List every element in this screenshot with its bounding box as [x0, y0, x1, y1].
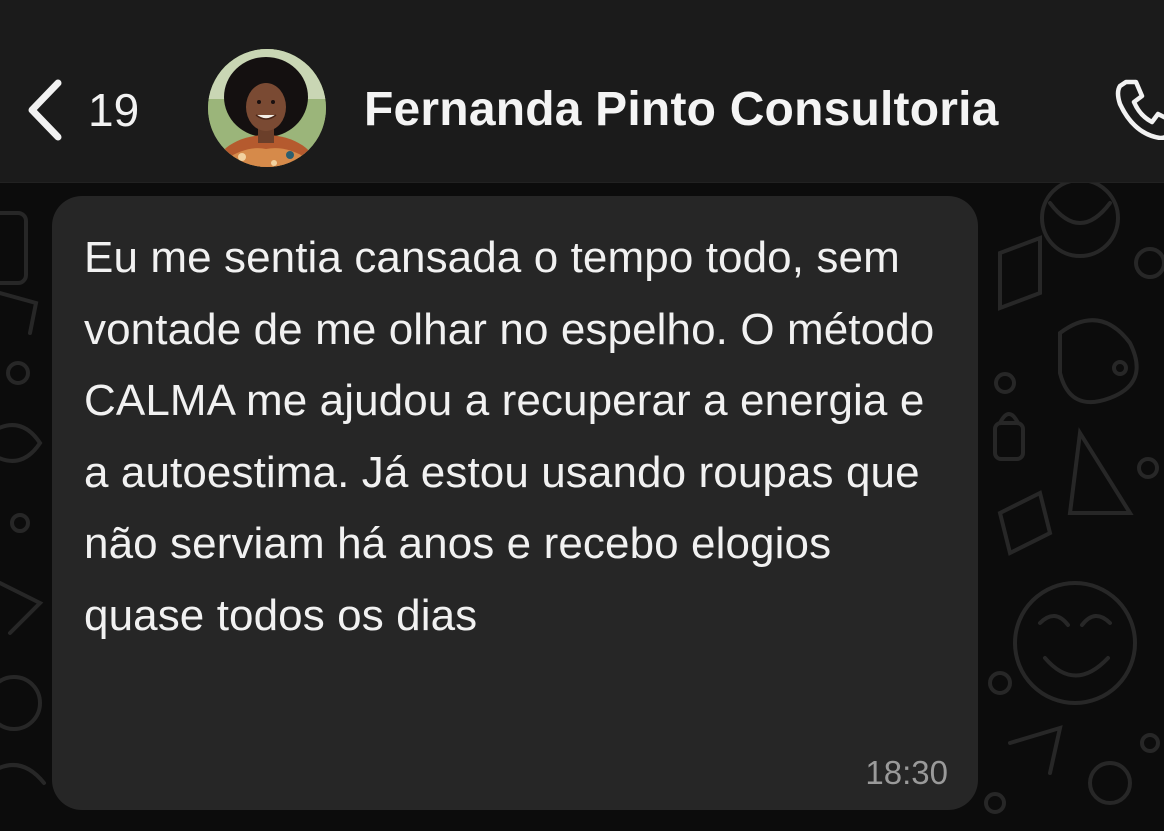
chat-screen: 19 Fernanda Pinto Consultoria Eu me sent… — [0, 0, 1164, 831]
message-timestamp: 18:30 — [865, 754, 948, 791]
call-button[interactable] — [1112, 76, 1164, 141]
chevron-left-icon — [24, 79, 64, 141]
phone-icon — [1112, 79, 1164, 144]
back-button[interactable]: 19 — [24, 74, 139, 146]
contact-name[interactable]: Fernanda Pinto Consultoria — [364, 82, 999, 137]
message-text: Eu me sentia cansada o tempo todo, sem v… — [84, 233, 935, 640]
message-bubble[interactable]: Eu me sentia cansada o tempo todo, sem v… — [52, 196, 978, 810]
avatar[interactable] — [208, 49, 326, 167]
unread-count: 19 — [88, 84, 140, 136]
chat-header: 19 Fernanda Pinto Consultoria — [0, 0, 1164, 183]
